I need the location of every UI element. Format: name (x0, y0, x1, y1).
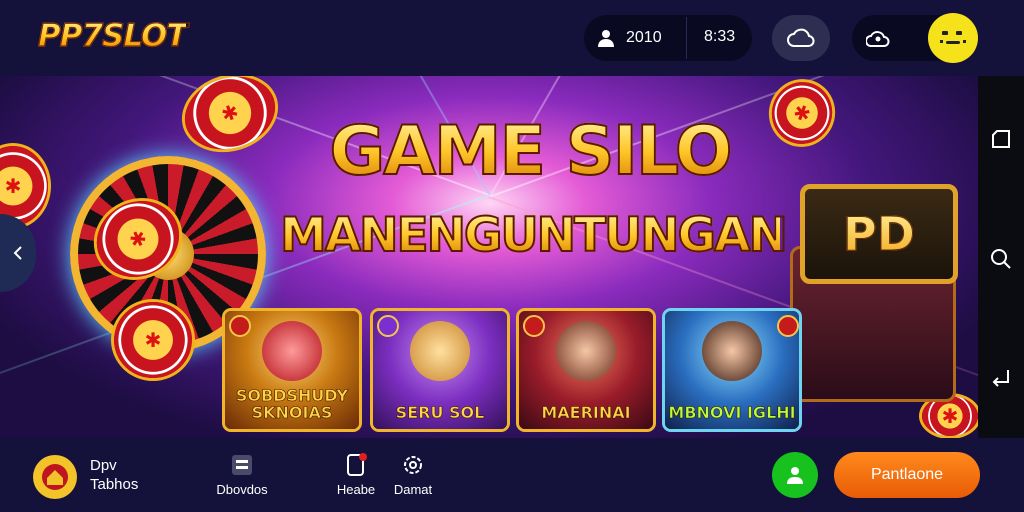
cloud-button[interactable] (772, 15, 830, 61)
nav-item-label: Damat (393, 482, 433, 497)
game-card[interactable]: MAERINAI (516, 308, 656, 432)
game-card-title: MBNOVI IGLHI (668, 403, 796, 422)
game-badge (229, 315, 251, 337)
game-card-title: SOBDSHUDY SKNOIAS (235, 386, 349, 422)
game-card-title: SERU SOL (395, 403, 485, 422)
home-icon (42, 464, 68, 490)
nav-item-label: Dbovdos (216, 482, 268, 497)
nav-item-dbovdos[interactable]: Dbovdos (207, 452, 277, 497)
cloud-icon (787, 28, 815, 47)
headline-line1: GAME SILO (280, 111, 780, 192)
nav-item-damat[interactable]: Damat (378, 452, 448, 497)
casino-chip: ✱ (922, 396, 978, 436)
avatar-button[interactable] (928, 13, 978, 63)
pd-sign-text: PD (843, 207, 916, 262)
pill-divider (686, 17, 687, 59)
avatar-face-icon (940, 31, 966, 44)
game-card[interactable]: SERU SOL (370, 308, 510, 432)
chat-person-icon (787, 467, 803, 484)
time-value: 8:33 (704, 28, 736, 45)
game-badge (523, 315, 545, 337)
character-image (410, 321, 470, 381)
back-arrow-icon[interactable] (988, 364, 1014, 390)
slot-drum-image (262, 321, 322, 381)
balance-value: 2010 (626, 29, 662, 46)
home-label: Dpv Tabhos (90, 456, 138, 494)
primary-cta-button[interactable]: Pantlaone (834, 452, 980, 498)
character-image (702, 321, 762, 381)
phone-icon (347, 453, 367, 476)
game-badge (377, 315, 399, 337)
cloud-user-icon[interactable] (866, 26, 892, 50)
app-logo[interactable]: PP7SLOT (37, 17, 188, 54)
home-label-line2: Tabhos (90, 476, 139, 493)
grid-icon (232, 455, 252, 475)
casino-chip: ✱ (175, 76, 285, 161)
home-button[interactable] (33, 455, 77, 499)
game-card[interactable]: SOBDSHUDY SKNOIAS (222, 308, 362, 432)
game-badge (777, 315, 799, 337)
home-label-line1: Dpv (90, 457, 117, 474)
search-icon[interactable] (988, 246, 1014, 272)
square-icon[interactable] (988, 126, 1014, 152)
game-card-title: MAERINAI (541, 403, 631, 422)
promo-banner[interactable]: ✱ ✱ ✱ ✱ ✱ ✱ ✱ PD GAME SILO MANENGUNTUNGA… (0, 76, 978, 438)
character-image (556, 321, 616, 381)
chat-button[interactable] (772, 452, 818, 498)
pd-sign: PD (800, 184, 958, 284)
gear-icon (404, 456, 422, 474)
headline-line2: MANENGUNTUNGAN (279, 207, 789, 264)
user-silhouette-icon (596, 28, 616, 48)
casino-chip: ✱ (114, 302, 192, 378)
nav-item-label: Heabe (336, 482, 376, 497)
chevron-left-icon (13, 246, 22, 260)
game-card[interactable]: MBNOVI IGLHI (662, 308, 802, 432)
